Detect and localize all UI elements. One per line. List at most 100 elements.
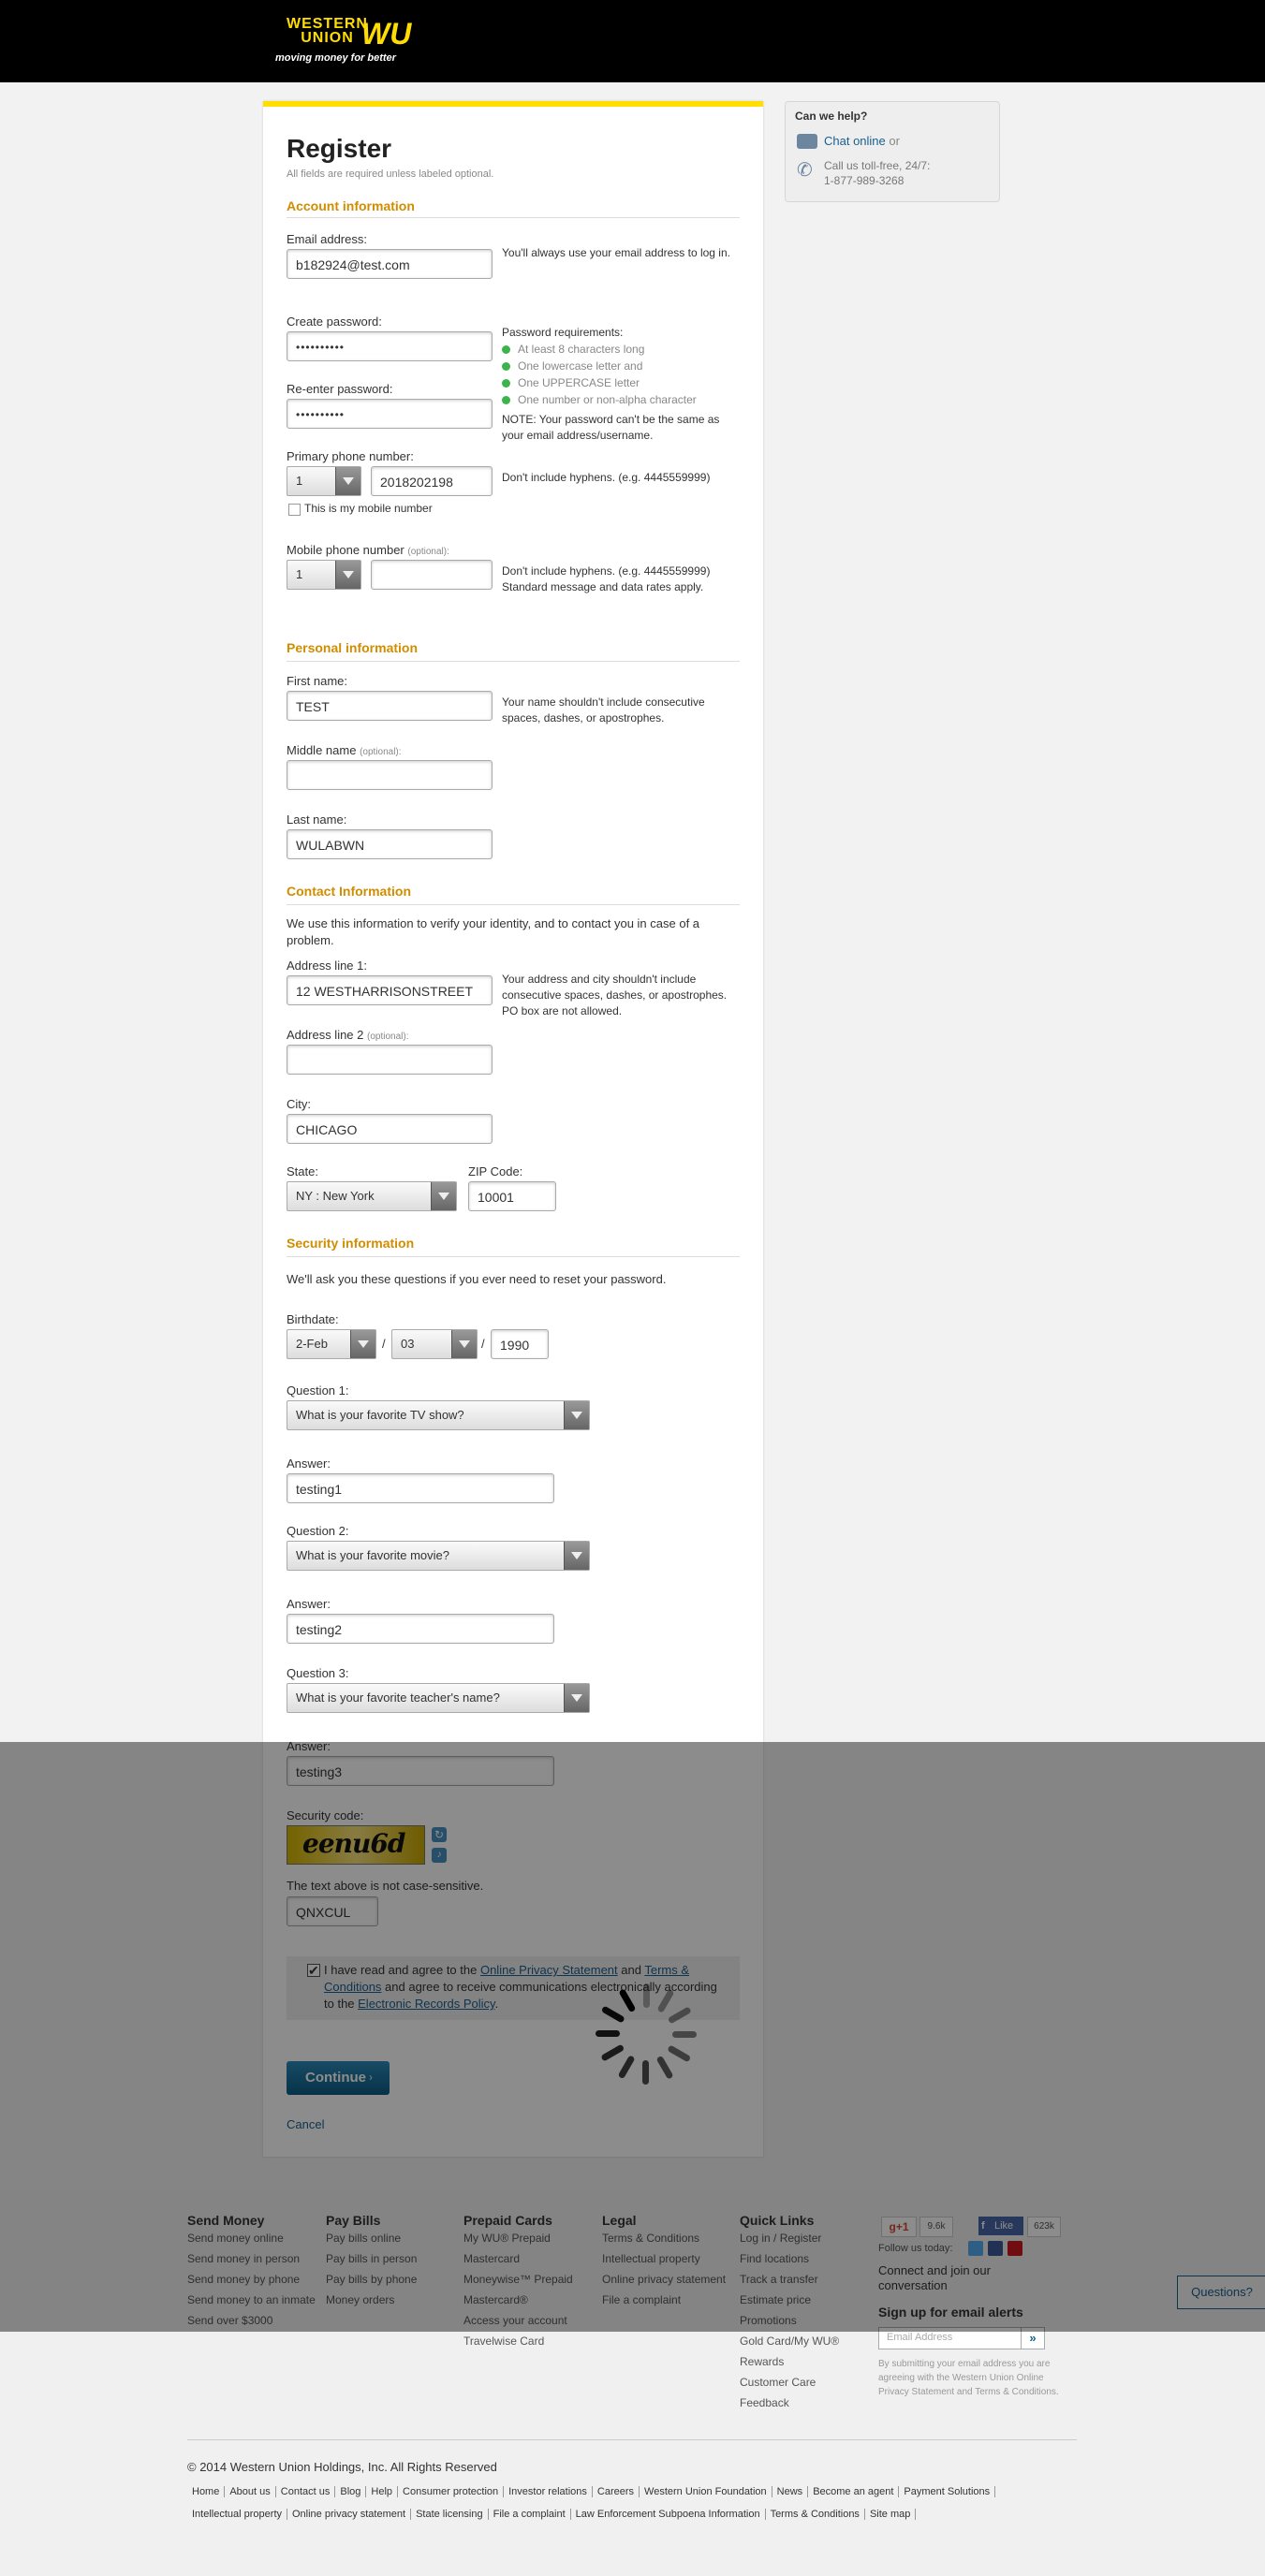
chevron-down-icon (350, 1330, 375, 1358)
email-help: You'll always use your email address to … (502, 246, 730, 259)
mobile-phone-label: Mobile phone number (optional): (287, 543, 449, 557)
first-name-field[interactable]: TEST (287, 691, 493, 721)
security-description: We'll ask you these questions if you eve… (287, 1272, 667, 1286)
check-dot-icon (502, 345, 510, 355)
pw-note: NOTE: Your password can't be the same as… (502, 413, 720, 442)
middle-name-field[interactable] (287, 760, 493, 790)
reenter-label: Re-enter password: (287, 382, 393, 396)
spinner-segment (596, 2030, 620, 2037)
name-help: Your name shouldn't include consecutive s… (502, 695, 705, 724)
bottom-link[interactable]: News (772, 2486, 809, 2497)
bottom-link[interactable]: Intellectual property (187, 2509, 287, 2520)
mobile-checkbox[interactable] (288, 504, 301, 516)
mobile-help: Don't include hyphens. (e.g. 4445559999)… (502, 564, 711, 593)
address2-field[interactable] (287, 1045, 493, 1075)
copyright: © 2014 Western Union Holdings, Inc. All … (187, 2460, 497, 2474)
chat-online: Chat online or (824, 134, 900, 148)
footer-divider (187, 2439, 1077, 2440)
western-union-logo[interactable]: WESTERN UNION WU moving money for better (258, 17, 411, 65)
bottom-link[interactable]: Contact us (275, 2486, 336, 2497)
birth-year-field[interactable]: 1990 (491, 1329, 549, 1359)
birth-month-select[interactable]: 2-Feb (287, 1329, 376, 1359)
primary-country-code-select[interactable]: 1 (287, 466, 361, 496)
mobile-country-code-select[interactable]: 1 (287, 560, 361, 590)
primary-phone-label: Primary phone number: (287, 449, 414, 463)
chevron-down-icon (335, 561, 360, 589)
page-title: Register (287, 134, 392, 163)
address1-field[interactable]: 12 WESTHARRISONSTREET (287, 975, 493, 1005)
divider (287, 904, 740, 905)
phone-icon: ✆ (797, 160, 813, 181)
password-field[interactable]: •••••••••• (287, 331, 493, 361)
bottom-link[interactable]: Online privacy statement (287, 2509, 412, 2520)
mobile-phone-field[interactable] (371, 560, 493, 590)
answer1-field[interactable]: testing1 (287, 1473, 554, 1503)
bottom-link[interactable]: Blog (335, 2486, 367, 2497)
chevron-down-icon (431, 1182, 456, 1210)
bottom-link[interactable]: About us (225, 2486, 276, 2497)
city-field[interactable]: CHICAGO (287, 1114, 493, 1144)
spinner-segment (643, 1983, 650, 2008)
footer-link[interactable]: Rewards (740, 2351, 839, 2372)
bottom-link[interactable]: State licensing (411, 2509, 489, 2520)
question3-label: Question 3: (287, 1666, 349, 1680)
reenter-password-field[interactable]: •••••••••• (287, 399, 493, 429)
check-dot-icon (502, 396, 510, 405)
divider (287, 661, 740, 662)
bottom-link[interactable]: Consumer protection (398, 2486, 505, 2497)
logo-tagline: moving money for better (275, 52, 396, 64)
bottom-link[interactable]: Investor relations (504, 2486, 593, 2497)
first-name-label: First name: (287, 674, 348, 688)
chat-online-link[interactable]: Chat online (824, 134, 886, 148)
zip-field[interactable]: 10001 (468, 1181, 556, 1211)
pw-req-item: One number or non-alpha character (502, 391, 697, 408)
date-separator: / (481, 1337, 485, 1351)
zip-label: ZIP Code: (468, 1164, 523, 1178)
bottom-link[interactable]: Law Enforcement Subpoena Information (570, 2509, 766, 2520)
question1-label: Question 1: (287, 1383, 349, 1398)
chevron-down-icon (564, 1684, 589, 1712)
help-box: Can we help? Chat online or ✆ Call us to… (785, 101, 1000, 202)
question2-select[interactable]: What is your favorite movie? (287, 1541, 590, 1571)
last-name-field[interactable]: WULABWN (287, 829, 493, 859)
bottom-link[interactable]: Payment Solutions (899, 2486, 996, 2497)
question3-select[interactable]: What is your favorite teacher's name? (287, 1683, 590, 1713)
loading-overlay (0, 1742, 1265, 2332)
question2-label: Question 2: (287, 1524, 349, 1538)
help-title: Can we help? (795, 110, 868, 123)
bottom-link[interactable]: Become an agent (808, 2486, 900, 2497)
primary-phone-field[interactable]: 2018202198 (371, 466, 493, 496)
check-dot-icon (502, 379, 510, 388)
email-field[interactable]: b182924@test.com (287, 249, 493, 279)
birth-day-select[interactable]: 03 (391, 1329, 478, 1359)
state-label: State: (287, 1164, 318, 1178)
pw-req-item: One lowercase letter and (502, 358, 642, 374)
bottom-links-row2: Intellectual property Online privacy stat… (187, 2509, 917, 2520)
bottom-link[interactable]: Home (187, 2486, 226, 2497)
bottom-link[interactable]: File a complaint (488, 2509, 571, 2520)
footer-link[interactable]: Customer Care (740, 2372, 839, 2393)
footer-link[interactable]: Feedback (740, 2393, 839, 2413)
spinner-segment (642, 2060, 649, 2085)
account-heading: Account information (287, 198, 415, 213)
contact-heading: Contact Information (287, 884, 411, 899)
state-select[interactable]: NY : New York (287, 1181, 457, 1211)
last-name-label: Last name: (287, 812, 347, 827)
password-label: Create password: (287, 315, 382, 329)
answer2-label: Answer: (287, 1597, 331, 1611)
chevron-down-icon (335, 467, 360, 495)
bottom-link[interactable]: Help (366, 2486, 399, 2497)
footer-link[interactable]: Gold Card/My WU® (740, 2331, 839, 2351)
answer2-field[interactable]: testing2 (287, 1614, 554, 1644)
chevron-down-icon (564, 1542, 589, 1570)
footer-link[interactable]: Travelwise Card (463, 2331, 573, 2351)
question1-select[interactable]: What is your favorite TV show? (287, 1400, 590, 1430)
city-label: City: (287, 1097, 311, 1111)
chevron-down-icon (451, 1330, 477, 1358)
bottom-link[interactable]: Western Union Foundation (640, 2486, 772, 2497)
phone-help: Don't include hyphens. (e.g. 4445559999) (502, 471, 711, 484)
bottom-link[interactable]: Terms & Conditions (765, 2509, 865, 2520)
answer1-label: Answer: (287, 1456, 331, 1471)
bottom-link[interactable]: Careers (592, 2486, 640, 2497)
bottom-link[interactable]: Site map (864, 2509, 917, 2520)
